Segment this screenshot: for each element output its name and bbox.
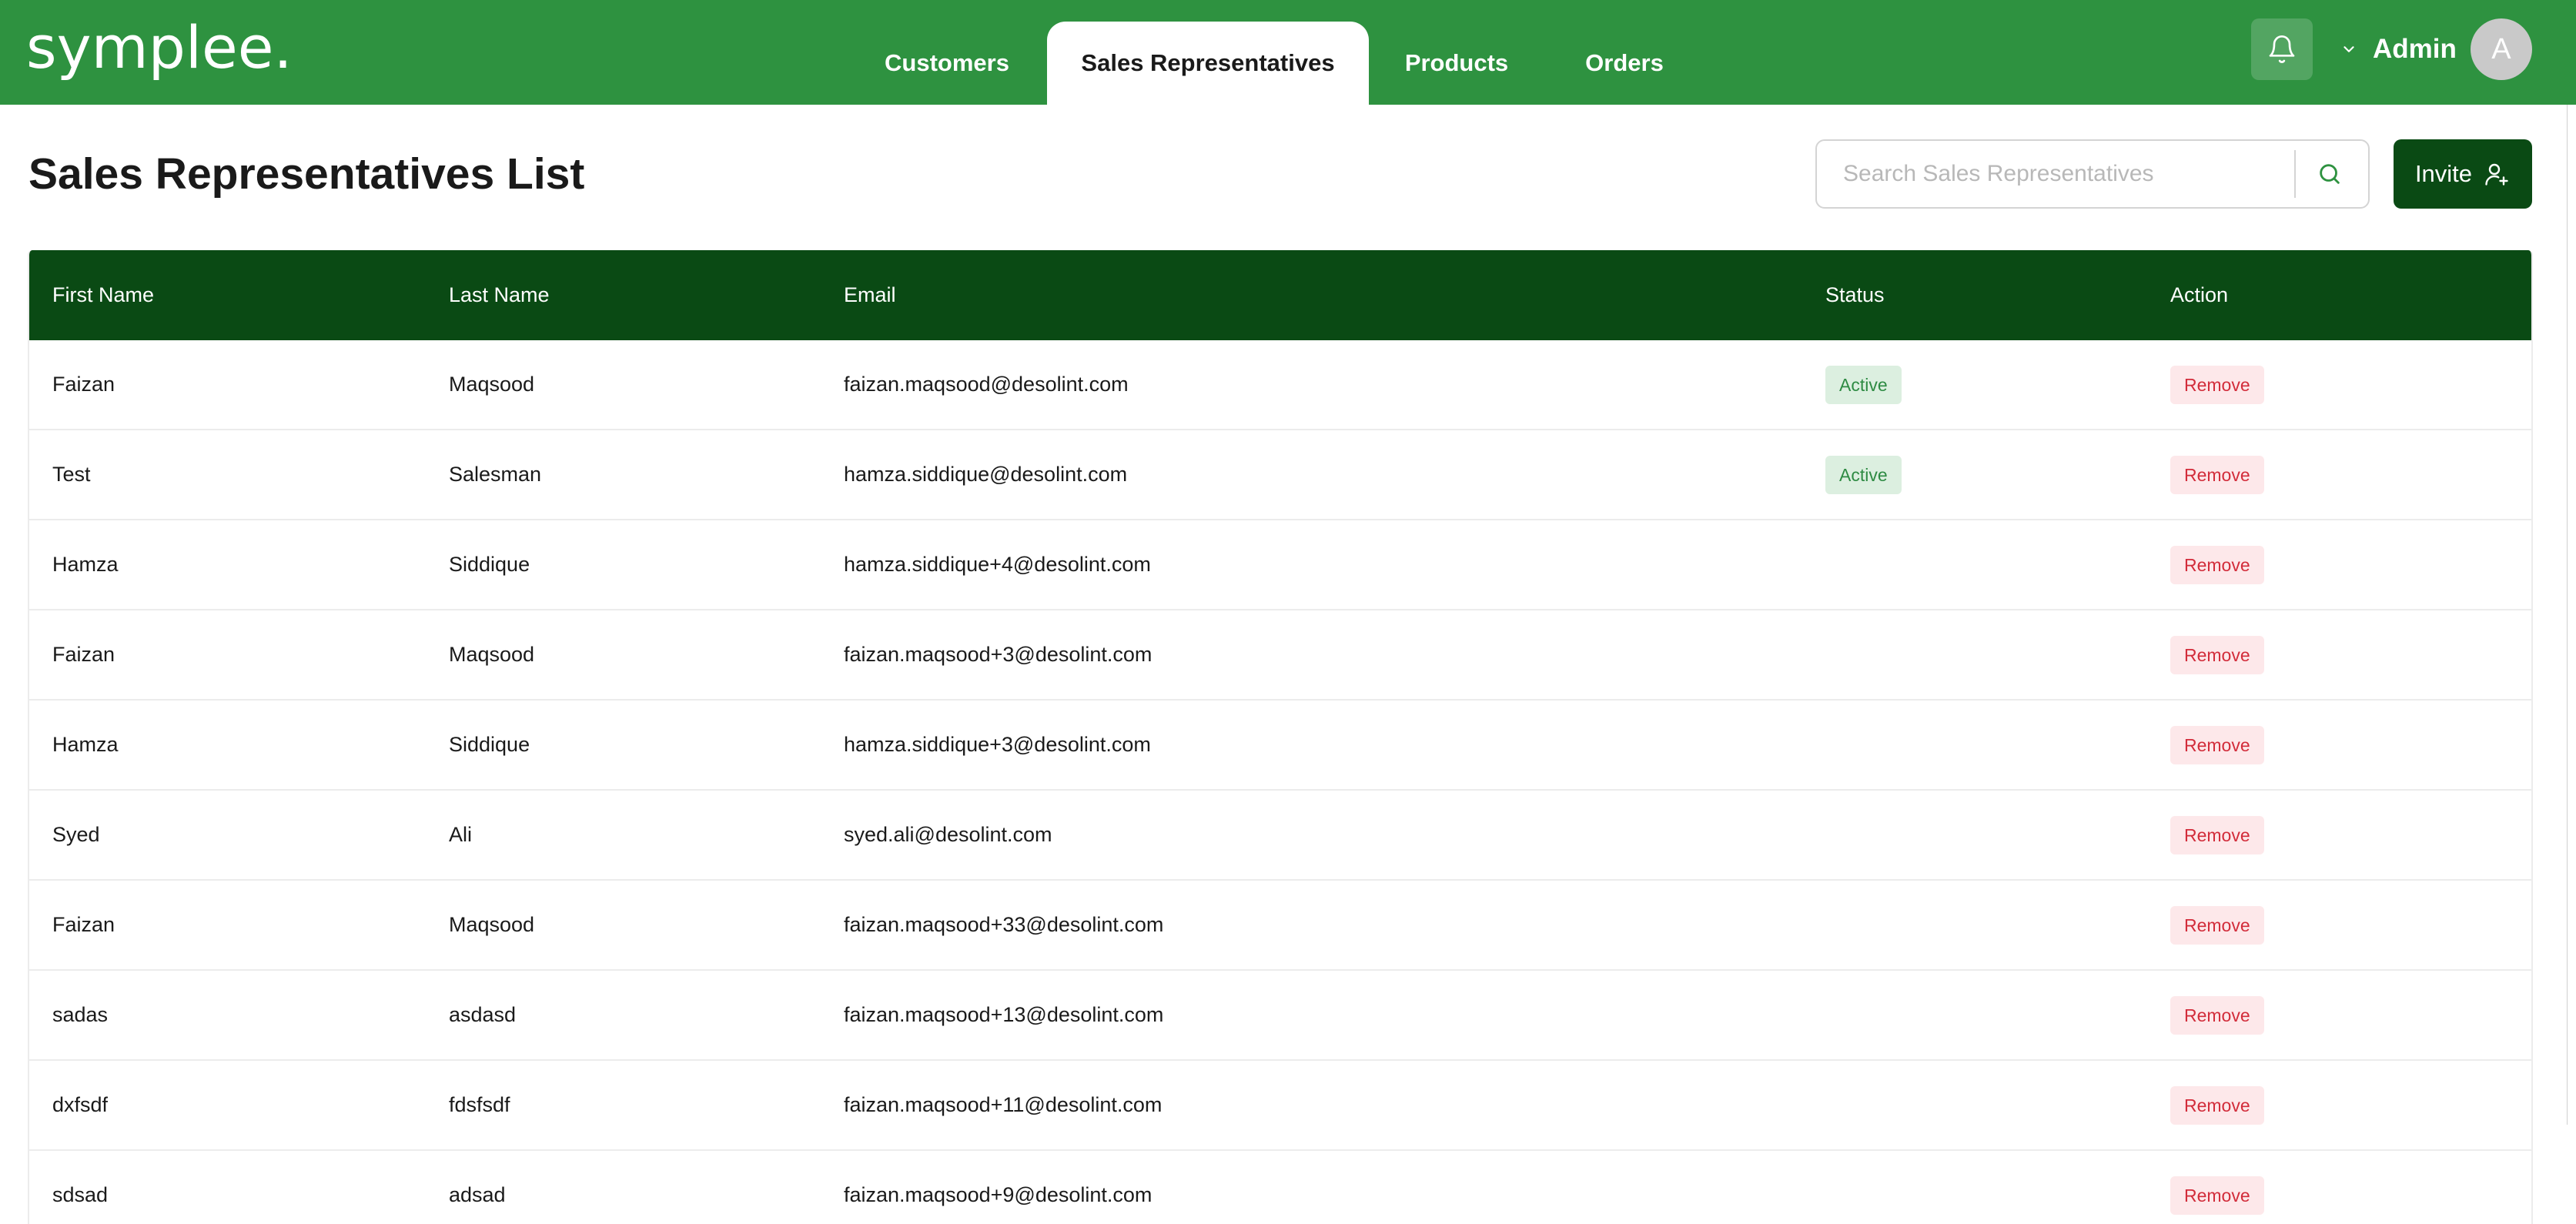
- column-header-last-name: Last Name: [449, 283, 550, 306]
- user-name: Admin: [2373, 34, 2457, 64]
- table-row: Faizan Maqsood faizan.maqsood+3@desolint…: [29, 610, 2531, 701]
- cell-email: faizan.maqsood+3@desolint.com: [844, 643, 1153, 666]
- cell-last-name: Siddique: [449, 553, 530, 576]
- cell-first-name: Faizan: [52, 913, 115, 936]
- table-row: Hamza Siddique hamza.siddique+3@desolint…: [29, 701, 2531, 791]
- cell-last-name: fdsfsdf: [449, 1093, 510, 1116]
- cell-last-name: asdasd: [449, 1003, 517, 1026]
- tab-label: Sales Representatives: [1081, 49, 1335, 76]
- tab-customers[interactable]: Customers: [870, 22, 1024, 105]
- app-logo[interactable]: symplee.: [26, 9, 293, 86]
- remove-button[interactable]: Remove: [2170, 365, 2264, 404]
- tab-label: Customers: [885, 49, 1009, 76]
- search-box: [1815, 139, 2370, 209]
- remove-button[interactable]: Remove: [2170, 455, 2264, 494]
- cell-email: faizan.maqsood+9@desolint.com: [844, 1183, 1153, 1206]
- bell-icon: [2269, 35, 2295, 63]
- invite-button[interactable]: Invite: [2394, 139, 2532, 209]
- scrollbar-thumb[interactable]: [2567, 105, 2576, 1125]
- column-header-action: Action: [2170, 283, 2229, 306]
- cell-first-name: dxfsdf: [52, 1093, 109, 1116]
- search-icon[interactable]: [2296, 141, 2364, 207]
- cell-last-name: Maqsood: [449, 643, 535, 666]
- table-row: Syed Ali syed.ali@desolint.com Remove: [29, 791, 2531, 881]
- notifications-button[interactable]: [2251, 18, 2313, 80]
- table-row: Faizan Maqsood faizan.maqsood+33@desolin…: [29, 881, 2531, 971]
- tab-label: Products: [1404, 49, 1509, 76]
- page-title: Sales Representatives List: [28, 149, 585, 199]
- cell-last-name: Siddique: [449, 733, 530, 756]
- remove-button[interactable]: Remove: [2170, 815, 2264, 854]
- invite-button-label: Invite: [2414, 160, 2473, 187]
- table-header: First Name Last Name Email Status Action: [29, 250, 2531, 340]
- top-navigation-bar: symplee. Customers Sales Representatives…: [0, 0, 2576, 105]
- tab-products[interactable]: Products: [1386, 22, 1527, 105]
- cell-last-name: Maqsood: [449, 373, 535, 396]
- remove-button[interactable]: Remove: [2170, 995, 2264, 1035]
- column-header-email: Email: [844, 283, 896, 306]
- table-row: Test Salesman hamza.siddique@desolint.co…: [29, 430, 2531, 520]
- add-user-icon: [2485, 163, 2508, 186]
- remove-button[interactable]: Remove: [2170, 905, 2264, 945]
- remove-button[interactable]: Remove: [2170, 725, 2264, 764]
- table-row: Hamza Siddique hamza.siddique+4@desolint…: [29, 520, 2531, 610]
- cell-first-name: Test: [52, 463, 91, 486]
- cell-last-name: Maqsood: [449, 913, 535, 936]
- table-row: sadas asdasd faizan.maqsood+13@desolint.…: [29, 971, 2531, 1061]
- cell-email: faizan.maqsood+33@desolint.com: [844, 913, 1164, 936]
- tab-label: Orders: [1585, 49, 1664, 76]
- cell-first-name: Syed: [52, 823, 100, 846]
- cell-last-name: Salesman: [449, 463, 542, 486]
- remove-button[interactable]: Remove: [2170, 635, 2264, 674]
- cell-first-name: Hamza: [52, 733, 119, 756]
- cell-first-name: Faizan: [52, 643, 115, 666]
- status-badge: Active: [1825, 365, 1902, 404]
- cell-last-name: Ali: [449, 823, 473, 846]
- status-badge: Active: [1825, 455, 1902, 494]
- cell-email: hamza.siddique@desolint.com: [844, 463, 1128, 486]
- cell-email: hamza.siddique+4@desolint.com: [844, 553, 1151, 576]
- avatar[interactable]: A: [2470, 18, 2532, 80]
- column-header-first-name: First Name: [52, 283, 155, 306]
- remove-button[interactable]: Remove: [2170, 1085, 2264, 1125]
- remove-button[interactable]: Remove: [2170, 545, 2264, 584]
- page-scrollbar[interactable]: [2567, 105, 2576, 1125]
- cell-last-name: adsad: [449, 1183, 506, 1206]
- remove-button[interactable]: Remove: [2170, 1176, 2264, 1215]
- tab-sales-representatives[interactable]: Sales Representatives: [1047, 22, 1369, 105]
- cell-email: faizan.maqsood@desolint.com: [844, 373, 1129, 396]
- user-menu[interactable]: Admin A: [2337, 18, 2532, 80]
- cell-email: syed.ali@desolint.com: [844, 823, 1052, 846]
- cell-email: faizan.maqsood+13@desolint.com: [844, 1003, 1164, 1026]
- cell-email: hamza.siddique+3@desolint.com: [844, 733, 1151, 756]
- column-header-status: Status: [1825, 283, 1885, 306]
- chevron-down-icon: [2337, 38, 2360, 61]
- table-row: dxfsdf fdsfsdf faizan.maqsood+11@desolin…: [29, 1061, 2531, 1151]
- cell-first-name: sadas: [52, 1003, 109, 1026]
- cell-first-name: Hamza: [52, 553, 119, 576]
- table-row: Faizan Maqsood faizan.maqsood@desolint.c…: [29, 340, 2531, 430]
- search-input[interactable]: [1817, 143, 2294, 205]
- cell-email: faizan.maqsood+11@desolint.com: [844, 1093, 1163, 1116]
- cell-first-name: sdsad: [52, 1183, 109, 1206]
- table-row: sdsad adsad faizan.maqsood+9@desolint.co…: [29, 1151, 2531, 1224]
- cell-first-name: Faizan: [52, 373, 115, 396]
- tab-orders[interactable]: Orders: [1555, 22, 1694, 105]
- sales-reps-table: First Name Last Name Email Status Action…: [28, 250, 2533, 1224]
